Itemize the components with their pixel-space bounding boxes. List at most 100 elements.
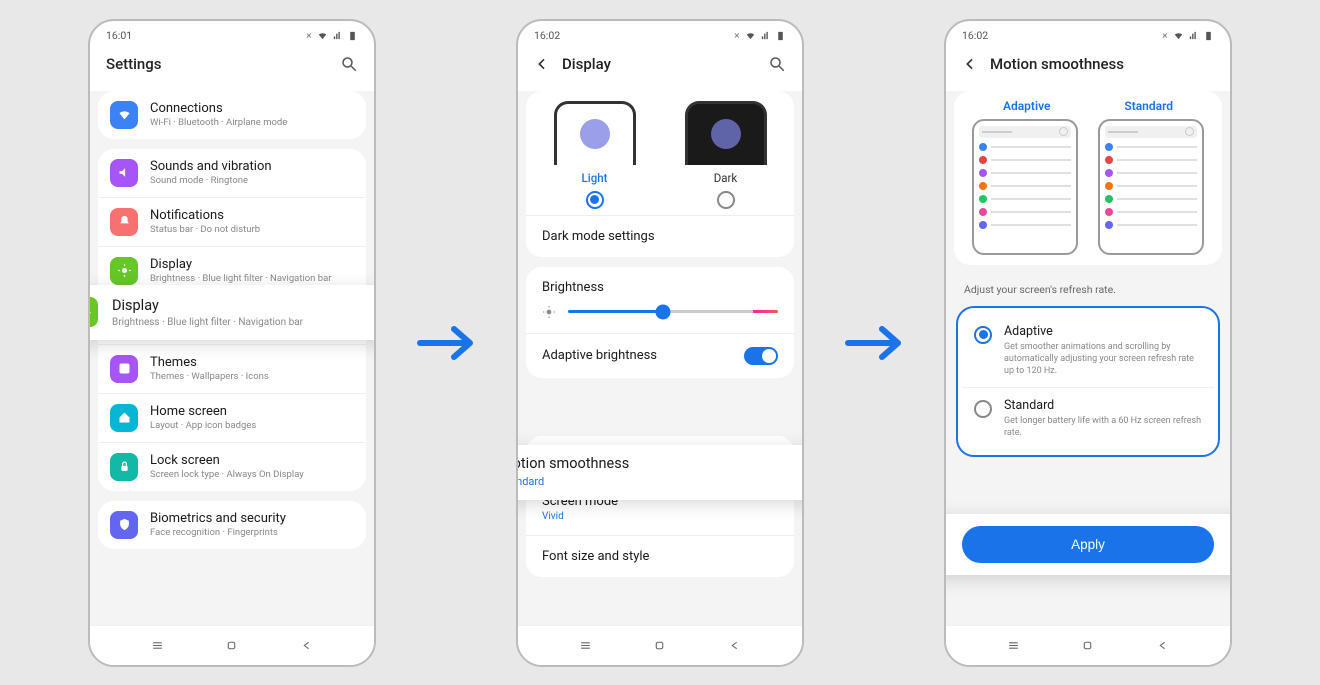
item-title: Biometrics and security bbox=[150, 511, 354, 526]
connections-icon bbox=[110, 101, 138, 129]
dark-mode-settings-label: Dark mode settings bbox=[542, 229, 655, 244]
status-bar: 16:02 bbox=[946, 21, 1230, 47]
nav-back[interactable] bbox=[1155, 639, 1171, 652]
back-button[interactable] bbox=[962, 56, 978, 72]
highlighted-display-item[interactable]: Display Brightness · Blue light filter ·… bbox=[90, 285, 374, 340]
nav-bar bbox=[946, 625, 1230, 665]
theme-dark-preview bbox=[685, 101, 767, 165]
status-icons bbox=[1158, 30, 1214, 41]
chevron-left-icon bbox=[962, 56, 978, 72]
phone-display: 16:02 Display Light Dark bbox=[516, 19, 804, 667]
wifi-icon bbox=[1173, 30, 1184, 41]
preview-card: Adaptive Standard bbox=[954, 91, 1222, 265]
battery-icon bbox=[775, 30, 786, 41]
brightness-card: Brightness Adaptive brightness bbox=[526, 267, 794, 378]
adaptive-header: Adaptive bbox=[1003, 99, 1051, 113]
settings-item-lock[interactable]: Lock screenScreen lock type · Always On … bbox=[98, 443, 366, 491]
search-icon bbox=[340, 55, 358, 73]
clock: 16:02 bbox=[534, 29, 560, 42]
status-bar: 16:02 bbox=[518, 21, 802, 47]
option-standard-title: Standard bbox=[1004, 398, 1202, 413]
item-title: Themes bbox=[150, 355, 354, 370]
theme-dark-radio[interactable] bbox=[717, 191, 735, 209]
theme-light[interactable]: Light bbox=[554, 101, 636, 209]
nav-recents[interactable] bbox=[149, 639, 165, 652]
arrow-2 bbox=[834, 323, 914, 363]
refresh-caption: Adjust your screen's refresh rate. bbox=[946, 275, 1230, 306]
option-adaptive[interactable]: Adaptive Get smoother animations and scr… bbox=[962, 314, 1214, 388]
adaptive-brightness-toggle[interactable] bbox=[744, 347, 778, 365]
settings-item-connections[interactable]: ConnectionsWi-Fi · Bluetooth · Airplane … bbox=[98, 91, 366, 139]
item-title: Home screen bbox=[150, 404, 354, 419]
signal-icon bbox=[1188, 30, 1199, 41]
mute-icon bbox=[730, 30, 741, 41]
item-title: Notifications bbox=[150, 208, 354, 223]
display-sub: Brightness · Blue light filter · Navigat… bbox=[112, 317, 303, 328]
theme-card: Light Dark Dark mode settings bbox=[526, 91, 794, 257]
preview-mini-standard bbox=[1098, 119, 1204, 255]
home-icon bbox=[110, 404, 138, 432]
brightness-slider-row bbox=[526, 295, 794, 333]
wifi-icon bbox=[317, 30, 328, 41]
adaptive-brightness[interactable]: Adaptive brightness bbox=[526, 334, 794, 378]
highlighted-motion-smoothness[interactable]: Motion smoothness Standard bbox=[518, 445, 802, 500]
nav-recents[interactable] bbox=[577, 639, 593, 652]
status-bar: 16:01 bbox=[90, 21, 374, 47]
settings-header: Settings bbox=[90, 47, 374, 91]
nav-home[interactable] bbox=[652, 639, 668, 652]
sun-icon bbox=[542, 305, 556, 319]
brightness-label: Brightness bbox=[526, 267, 794, 295]
dark-mode-settings[interactable]: Dark mode settings bbox=[526, 216, 794, 257]
display-icon bbox=[110, 257, 138, 285]
page-title: Motion smoothness bbox=[990, 55, 1124, 73]
brightness-thumb[interactable] bbox=[655, 304, 670, 319]
adaptive-brightness-label: Adaptive brightness bbox=[542, 348, 657, 363]
option-standard-radio[interactable] bbox=[974, 400, 992, 418]
nav-home[interactable] bbox=[224, 639, 240, 652]
nav-home[interactable] bbox=[1080, 639, 1096, 652]
option-standard[interactable]: Standard Get longer battery life with a … bbox=[962, 388, 1214, 449]
font-size-style[interactable]: Font size and style bbox=[526, 536, 794, 577]
wifi-icon bbox=[745, 30, 756, 41]
screen-mode-value: Vivid bbox=[542, 511, 618, 522]
theme-dark-label: Dark bbox=[714, 171, 738, 185]
theme-light-radio[interactable] bbox=[586, 191, 604, 209]
item-title: Lock screen bbox=[150, 453, 354, 468]
nav-back[interactable] bbox=[727, 639, 743, 652]
back-button[interactable] bbox=[534, 56, 550, 72]
theme-dark[interactable]: Dark bbox=[685, 101, 767, 209]
themes-icon bbox=[110, 355, 138, 383]
display-title: Display bbox=[112, 297, 303, 314]
item-subtitle: Wi-Fi · Bluetooth · Airplane mode bbox=[150, 117, 354, 128]
apply-button[interactable]: Apply bbox=[962, 526, 1214, 563]
page-title: Settings bbox=[106, 55, 162, 73]
brightness-slider[interactable] bbox=[568, 310, 778, 313]
option-adaptive-title: Adaptive bbox=[1004, 324, 1202, 339]
motion-header: Motion smoothness bbox=[946, 47, 1230, 91]
arrow-1 bbox=[406, 323, 486, 363]
item-subtitle: Sound mode · Ringtone bbox=[150, 175, 354, 186]
nav-back[interactable] bbox=[299, 639, 315, 652]
biometrics-icon bbox=[110, 511, 138, 539]
notifications-icon bbox=[110, 208, 138, 236]
settings-item-sounds[interactable]: Sounds and vibrationSound mode · Rington… bbox=[98, 149, 366, 198]
battery-icon bbox=[347, 30, 358, 41]
item-title: Sounds and vibration bbox=[150, 159, 354, 174]
settings-item-biometrics[interactable]: Biometrics and securityFace recognition … bbox=[98, 501, 366, 549]
search-button[interactable] bbox=[340, 55, 358, 73]
clock: 16:01 bbox=[106, 29, 132, 42]
option-adaptive-radio[interactable] bbox=[974, 326, 992, 344]
option-standard-desc: Get longer battery life with a 60 Hz scr… bbox=[1004, 415, 1202, 439]
phone-settings: 16:01 Settings ConnectionsWi-Fi · Blueto… bbox=[88, 19, 376, 667]
settings-item-notifications[interactable]: NotificationsStatus bar · Do not disturb bbox=[98, 198, 366, 247]
display-header: Display bbox=[518, 47, 802, 91]
search-button[interactable] bbox=[768, 55, 786, 73]
settings-item-themes[interactable]: ThemesThemes · Wallpapers · Icons bbox=[98, 345, 366, 394]
item-subtitle: Status bar · Do not disturb bbox=[150, 224, 354, 235]
clock: 16:02 bbox=[962, 29, 988, 42]
theme-light-label: Light bbox=[582, 171, 608, 185]
nav-recents[interactable] bbox=[1005, 639, 1021, 652]
theme-light-preview bbox=[554, 101, 636, 165]
lock-icon bbox=[110, 453, 138, 481]
settings-item-home[interactable]: Home screenLayout · App icon badges bbox=[98, 394, 366, 443]
